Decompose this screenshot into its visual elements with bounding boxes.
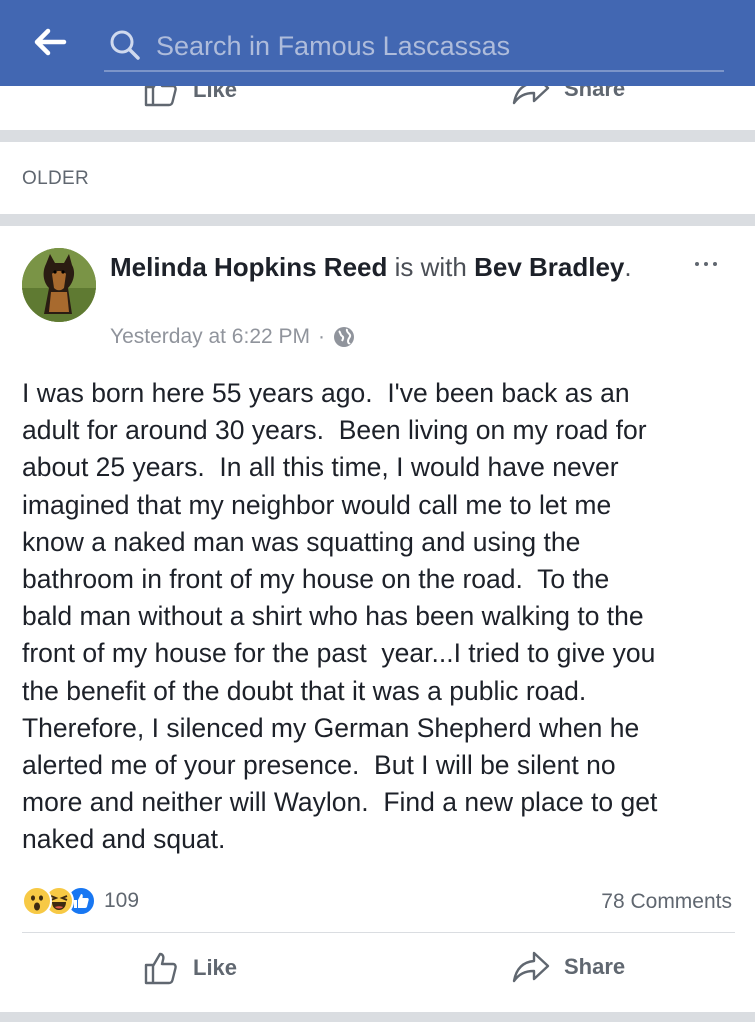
- share-arrow-icon: [512, 86, 550, 105]
- post-author-line: Melinda Hopkins Reed is with Bev Bradley…: [110, 250, 670, 285]
- previous-share-label: Share: [564, 86, 626, 101]
- reaction-count: 109: [104, 889, 140, 912]
- back-button[interactable]: [30, 24, 70, 60]
- comments-count-link[interactable]: 78 Comments: [601, 890, 732, 914]
- share-label: Share: [564, 954, 626, 979]
- section-label-older: OLDER: [22, 168, 89, 189]
- meta-dot: ·: [318, 325, 326, 348]
- previous-post-actions: Like Share: [0, 86, 755, 130]
- more-dot: [713, 262, 717, 266]
- globe-icon: [334, 327, 355, 347]
- section-divider: [0, 214, 755, 226]
- post-body: I was born here 55 years ago. I've been …: [22, 378, 658, 855]
- previous-like-button[interactable]: Like: [143, 86, 237, 108]
- search-input[interactable]: [154, 26, 718, 66]
- author-punct: .: [624, 252, 632, 282]
- previous-like-label: Like: [193, 86, 238, 102]
- search-bar[interactable]: [104, 22, 724, 72]
- more-dot: [695, 262, 699, 266]
- reactions-summary[interactable]: 109: [22, 886, 139, 916]
- thumbs-up-icon: [144, 952, 177, 985]
- avatar-dog-photo: [22, 248, 96, 322]
- avatar[interactable]: [22, 248, 96, 322]
- wow-reaction-icon: [22, 886, 52, 916]
- with-text: is with: [387, 252, 475, 282]
- thumbs-up-icon: [144, 86, 177, 107]
- tagged-name[interactable]: Bev Bradley: [474, 252, 624, 282]
- top-bar: [0, 0, 755, 86]
- like-label: Like: [193, 955, 238, 980]
- post-meta: Yesterday at 6:22 PM ·: [110, 325, 355, 349]
- previous-share-button[interactable]: Share: [512, 86, 625, 106]
- like-button[interactable]: Like: [143, 950, 237, 986]
- search-icon: [110, 30, 140, 60]
- more-dot: [704, 262, 708, 266]
- action-separator: [22, 932, 735, 933]
- author-name[interactable]: Melinda Hopkins Reed: [110, 252, 387, 282]
- share-button[interactable]: Share: [512, 950, 625, 984]
- share-arrow-icon: [512, 951, 550, 983]
- more-options-button[interactable]: [686, 252, 726, 276]
- post-timestamp[interactable]: Yesterday at 6:22 PM: [110, 325, 310, 349]
- bottom-divider: [0, 1012, 755, 1022]
- back-arrow-icon: [34, 28, 67, 56]
- section-divider: [0, 130, 755, 142]
